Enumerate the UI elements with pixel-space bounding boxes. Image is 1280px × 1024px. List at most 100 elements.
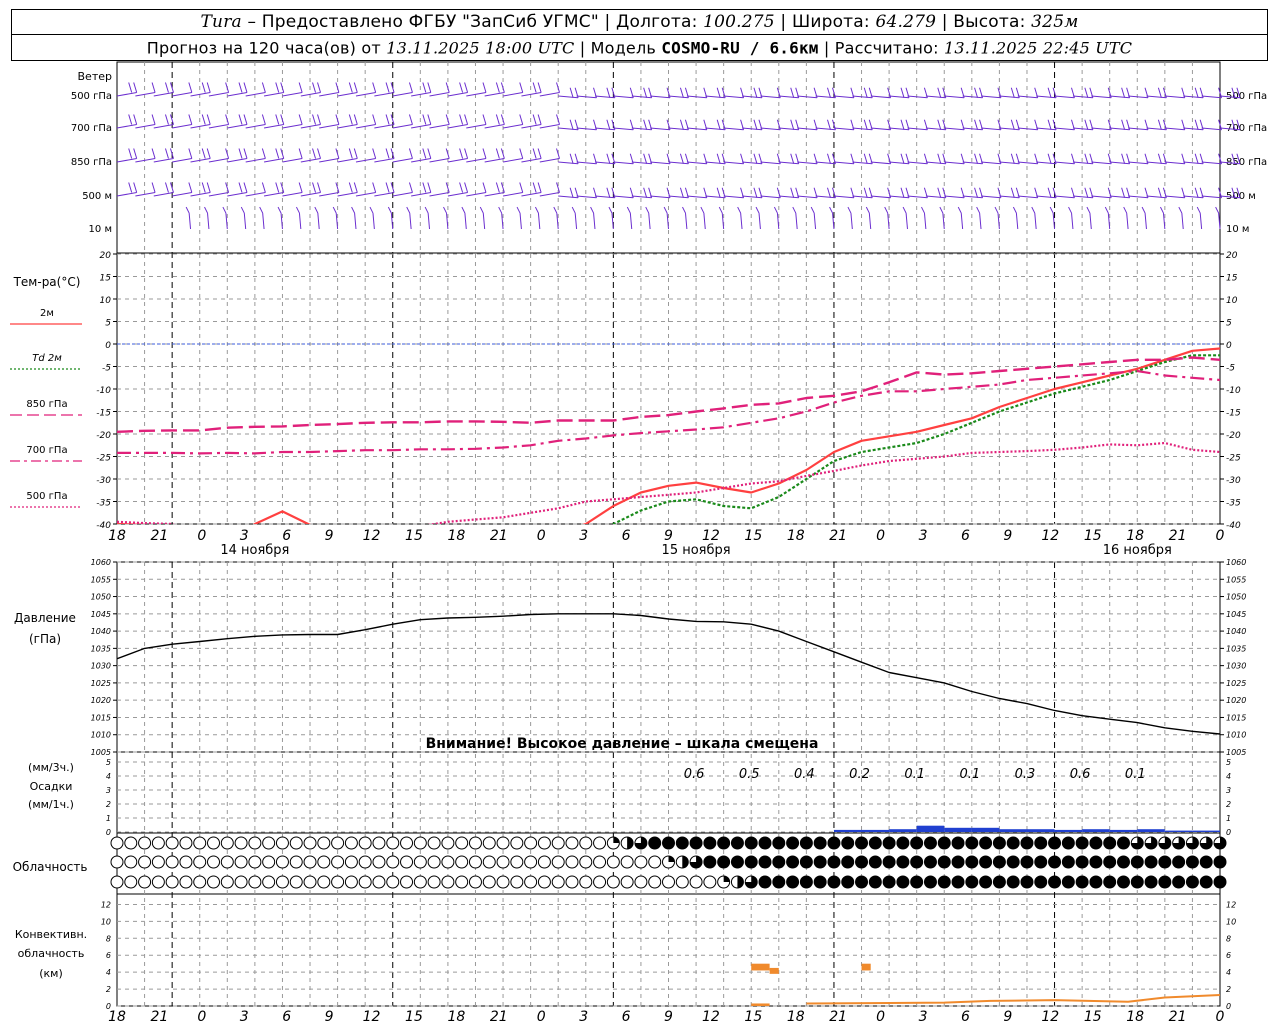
hour-tick-label: 12 [702,1009,720,1024]
pres-tick-label-left: 1005 [91,748,111,757]
wind-barb-flag [753,119,758,130]
prec-unit1: (мм/1ч.) [28,798,74,811]
pres-tick-label-right: 1035 [1226,644,1246,653]
wind-barb-flag [537,182,542,193]
wind-barb-staff [372,213,375,230]
temp-tick-label-right: -20 [1226,431,1241,441]
cloud-fill [1062,856,1075,868]
cloud-circle [275,836,289,850]
cloud-circle [468,855,482,869]
wind-barb-flag [1196,206,1201,214]
wind-barb-flag [500,114,505,125]
wind-barb-flag [348,82,353,93]
cloud-circle [620,855,634,869]
wind-barb-staff [298,213,302,230]
wind-barb-flag [164,82,169,93]
wind-barb-flag [151,114,156,125]
wind-barb-staff [760,161,781,165]
wind-barb-staff [1109,127,1130,131]
wind-barb-staff [686,195,707,199]
wind-barb-flag [643,187,648,198]
cloud-fill [662,837,675,849]
wind-barb-staff [300,192,321,197]
cloud-fill [883,837,896,849]
wind-barb-flag [427,182,432,193]
wind-barb-flag [427,82,432,93]
wind-barb-flag [682,206,686,214]
wind-barb-staff [705,95,726,99]
wind-level-label-right: 850 гПа [1226,157,1267,168]
wind-barb-flag [277,206,282,214]
cloud-circle [372,855,386,869]
wind-barb-flag [372,82,377,93]
wind-barb-staff [1164,95,1185,99]
cloud-fill [924,876,937,888]
cloud-fill [1007,856,1020,868]
cloud-circle [124,855,138,869]
hour-tick-label: 9 [1003,528,1012,544]
wind-barb-staff [245,92,266,97]
wind-barb-flag [482,182,487,193]
wind-barb-staff [374,158,395,163]
wind-barb-flag [280,82,285,93]
wind-barb-staff [999,127,1020,131]
prec-tick-label-left: 1 [106,814,111,823]
wind-barb-staff [1036,195,1057,199]
wind-barb-staff [1183,95,1204,99]
wind-barb-flag [238,114,243,125]
wind-barb-flag [700,206,705,214]
wind-barb-flag [974,153,979,164]
conv-tick-label-left: 12 [101,900,111,909]
wind-barb-staff [631,127,652,131]
wind-barb-flag [994,206,999,214]
wind-barb-staff [116,192,137,197]
wind-barb-staff [411,124,431,129]
wind-barb-flag [445,82,450,93]
conv-tick-label-right: 10 [1226,917,1236,926]
cloud-symbols [110,836,1227,889]
wind-barb-flag [369,206,374,214]
cloud-fill [938,837,951,849]
wind-barb-flag [1049,206,1054,214]
wind-barb-flag [385,182,390,193]
cloud-circle [565,836,579,850]
time-axis-lower: 18 21 0 3 6 9 12 15 18 21 0 3 6 9 12 15 18 21 0 3 6 9 12 15 18 21… [108,1009,1224,1024]
cloud-fill [759,876,772,888]
convective-bar [861,963,871,971]
hour-tick-label: 18 [447,528,465,544]
cloud-circle [413,836,427,850]
precip-total-label: 0.4 [794,767,815,782]
wind-barb-flag [164,114,169,125]
wind-barb-staff [208,158,229,163]
wind-barb-flag [1068,206,1072,214]
temp-tick-label-right: -40 [1226,521,1241,531]
cloud-circle [138,855,152,869]
wind-barb-flag [225,114,230,125]
wind-barb-staff [1089,213,1092,230]
hour-tick-label: 18 [447,1009,465,1024]
temp-legend-label: 500 гПа [26,491,67,502]
wind-barb-flag [827,87,831,98]
hour-tick-label: 12 [363,528,381,544]
wind-barb-flag [937,153,942,164]
hour-tick-label: 6 [961,528,970,544]
wind-barb-flag [537,148,542,159]
wind-barb-staff [447,124,468,129]
wind-barb-flag [353,148,358,159]
wind-barb-flag [422,82,427,93]
cloud-fill [841,876,854,888]
cloud-circle [110,836,124,850]
cloud-fill [855,876,868,888]
cloud-fill [1200,856,1213,868]
pres-tick-label-left: 1045 [91,610,111,619]
cloud-circle [565,855,579,869]
wind-barb-staff [411,92,431,97]
temp-tick-label-right: 10 [1226,296,1238,306]
cloud-fill [924,837,937,849]
wind-barb-flag [1084,187,1089,198]
cloud-circle [510,836,524,850]
wind-barb-flag [133,82,138,93]
cloud-circle [124,875,138,889]
pres-title: Давление [14,611,76,625]
wind-barb-staff [172,158,192,163]
